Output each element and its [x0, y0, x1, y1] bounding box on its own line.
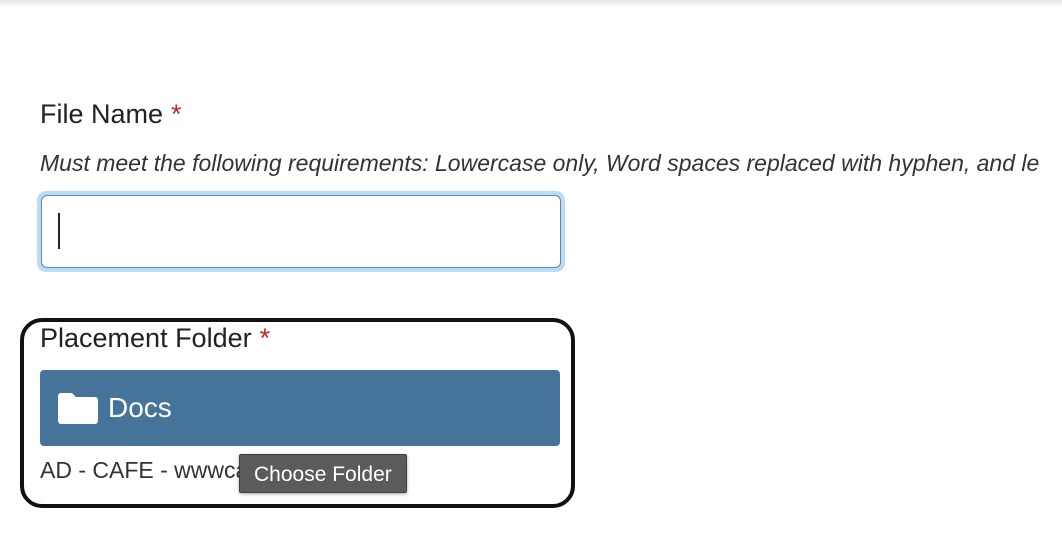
file-name-focus-ring [37, 191, 565, 272]
file-name-label-text: File Name [40, 99, 164, 129]
placement-folder-label: Placement Folder * [40, 322, 270, 354]
choose-folder-tooltip: Choose Folder [239, 454, 407, 493]
top-shadow [0, 0, 1062, 8]
file-name-help-text: Must meet the following requirements: Lo… [40, 150, 1040, 176]
file-name-label: File Name * [40, 98, 182, 130]
choose-folder-button[interactable]: Docs [40, 370, 560, 446]
required-indicator: * [259, 323, 271, 353]
text-caret [58, 213, 60, 249]
folder-path-text: AD - CAFE - wwwca [40, 457, 249, 483]
folder-name: Docs [108, 392, 172, 423]
folder-icon [58, 393, 98, 424]
required-indicator: * [171, 99, 182, 129]
file-name-input[interactable] [41, 195, 561, 268]
placement-folder-label-text: Placement Folder [40, 323, 252, 353]
